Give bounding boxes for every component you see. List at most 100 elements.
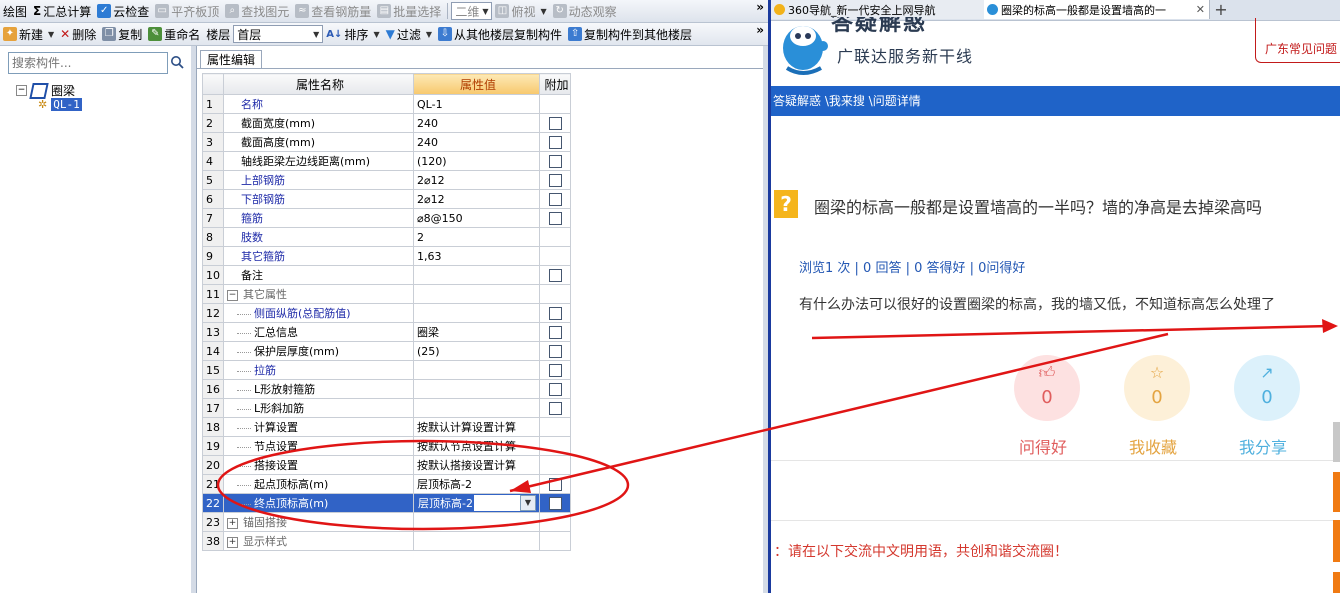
flush-slab-button[interactable]: ▭ 平齐板顶 — [152, 1, 222, 21]
browser-tab-question[interactable]: 圈梁的标高一般都是设置墙高的一 ✕ — [984, 0, 1210, 19]
toolbar-overflow-icon[interactable]: » — [756, 0, 764, 14]
property-value-cell[interactable]: 240 — [413, 132, 540, 152]
property-row[interactable]: 23 + 锚固搭接 — [202, 512, 571, 532]
extra-checkbox[interactable] — [548, 344, 562, 358]
property-name-cell[interactable]: 轴线距梁左边线距离(mm) — [223, 151, 414, 171]
summary-calc-button[interactable]: Σ 汇总计算 — [30, 1, 94, 21]
extra-checkbox[interactable] — [548, 135, 562, 149]
property-row[interactable]: 10 备注 — [202, 265, 571, 285]
view-mode-combo[interactable]: 二维 ▼ — [451, 2, 493, 20]
extra-checkbox[interactable] — [548, 496, 562, 510]
extra-checkbox[interactable] — [548, 116, 562, 130]
property-row[interactable]: 13 汇总信息 圈梁 — [202, 322, 571, 342]
property-value-cell[interactable] — [413, 512, 540, 532]
property-value-cell[interactable]: 240 — [413, 113, 540, 133]
property-value-cell[interactable] — [413, 303, 540, 323]
extra-checkbox[interactable] — [548, 325, 562, 339]
property-name-cell[interactable]: 肢数 — [223, 227, 414, 247]
property-row[interactable]: 4 轴线距梁左边线距离(mm) (120) — [202, 151, 571, 171]
extra-checkbox[interactable] — [548, 192, 562, 206]
property-name-cell[interactable]: 保护层厚度(mm) — [223, 341, 414, 361]
close-icon[interactable]: ✕ — [1196, 3, 1205, 16]
dynamic-view-button[interactable]: ↻ 动态观察 — [550, 1, 620, 21]
share-button[interactable]: ↗ 0 — [1234, 355, 1300, 421]
property-name-cell[interactable]: + 锚固搭接 — [223, 512, 414, 532]
floor-select[interactable]: 首层 ▼ — [233, 25, 324, 43]
property-value-cell[interactable] — [413, 265, 540, 285]
property-value-cell[interactable] — [413, 379, 540, 399]
property-value-cell[interactable] — [413, 531, 540, 551]
property-value-cell[interactable]: (25) — [413, 341, 540, 361]
property-row[interactable]: 18 计算设置 按默认计算设置计算 — [202, 417, 571, 437]
property-row[interactable]: 2 截面宽度(mm) 240 — [202, 113, 571, 133]
expand-icon[interactable]: + — [227, 517, 238, 529]
property-name-cell[interactable]: 起点顶标高(m) — [223, 474, 414, 494]
property-name-cell[interactable]: 下部钢筋 — [223, 189, 414, 209]
property-value-editor[interactable]: 层顶标高-2 ▼ — [417, 495, 536, 511]
extra-checkbox[interactable] — [548, 382, 562, 396]
extra-checkbox[interactable] — [548, 211, 562, 225]
property-value-cell[interactable]: 1,63 — [413, 246, 540, 266]
property-value-cell[interactable]: 2⌀12 — [413, 189, 540, 209]
top-view-button[interactable]: ◫ 俯视 ▼ — [492, 1, 549, 21]
property-value-cell[interactable]: 按默认搭接设置计算 — [413, 455, 540, 475]
property-row[interactable]: 19 节点设置 按默认节点设置计算 — [202, 436, 571, 456]
breadcrumb-text[interactable]: 答疑解惑 \我来搜 \问题详情 — [773, 94, 921, 108]
extra-checkbox[interactable] — [548, 363, 562, 377]
property-name-cell[interactable]: 汇总信息 — [223, 322, 414, 342]
property-value-cell[interactable]: 层顶标高-2 — [413, 474, 540, 494]
property-row[interactable]: 9 其它箍筋 1,63 — [202, 246, 571, 266]
favorite-label[interactable]: 我收藏 — [1129, 434, 1177, 458]
extra-checkbox[interactable] — [548, 306, 562, 320]
property-name-cell[interactable]: 侧面纵筋(总配筋值) — [223, 303, 414, 323]
property-name-cell[interactable]: 截面宽度(mm) — [223, 113, 414, 133]
tree-node-ring-beam[interactable]: − 圈梁 — [16, 82, 75, 99]
property-value-cell[interactable]: ⌀8@150 — [413, 208, 540, 228]
property-row[interactable]: 3 截面高度(mm) 240 — [202, 132, 571, 152]
property-value-cell[interactable]: QL-1 — [413, 94, 540, 114]
component-search-field[interactable] — [8, 52, 168, 74]
property-name-header[interactable]: 属性名称 — [223, 73, 414, 95]
property-value-cell[interactable]: 按默认计算设置计算 — [413, 417, 540, 437]
favorite-button[interactable]: ☆ 0 — [1124, 355, 1190, 421]
sort-button[interactable]: A↓ 排序 ▼ — [323, 24, 382, 44]
property-value-cell[interactable]: 2 — [413, 227, 540, 247]
search-icon[interactable] — [168, 53, 186, 71]
rename-button[interactable]: ✎ 重命名 — [145, 24, 203, 44]
property-row[interactable]: 7 箍筋 ⌀8@150 — [202, 208, 571, 228]
property-name-cell[interactable]: 搭接设置 — [223, 455, 414, 475]
extra-checkbox[interactable] — [548, 401, 562, 415]
property-name-cell[interactable]: 拉筋 — [223, 360, 414, 380]
property-value-cell[interactable]: (120) — [413, 151, 540, 171]
side-float-tab[interactable] — [1333, 572, 1340, 593]
cloud-check-button[interactable]: ✓ 云检查 — [94, 1, 152, 21]
property-row[interactable]: 8 肢数 2 — [202, 227, 571, 247]
draw-button[interactable]: 绘图 — [0, 1, 30, 21]
property-row[interactable]: 38 + 显示样式 — [202, 531, 571, 551]
copy-to-floor-button[interactable]: ⇧ 复制构件到其他楼层 — [565, 24, 695, 44]
property-value-cell[interactable] — [413, 284, 540, 304]
property-row[interactable]: 20 搭接设置 按默认搭接设置计算 — [202, 455, 571, 475]
share-label[interactable]: 我分享 — [1239, 434, 1287, 458]
property-row[interactable]: 12 侧面纵筋(总配筋值) — [202, 303, 571, 323]
property-value-cell[interactable]: 圈梁 — [413, 322, 540, 342]
property-row[interactable]: 11− 其它属性 — [202, 284, 571, 304]
property-row[interactable]: 22 终点顶标高(m) 层顶标高-2 ▼ — [202, 493, 571, 513]
tree-node-ql-1[interactable]: ✲ QL-1 — [38, 98, 82, 111]
property-name-cell[interactable]: 截面高度(mm) — [223, 132, 414, 152]
property-row[interactable]: 15 拉筋 — [202, 360, 571, 380]
collapse-icon[interactable]: − — [227, 289, 238, 301]
new-button[interactable]: ✦ 新建 ▼ — [0, 24, 57, 44]
property-value-cell[interactable]: 按默认节点设置计算 — [413, 436, 540, 456]
property-row[interactable]: 6 下部钢筋 2⌀12 — [202, 189, 571, 209]
chevron-down-icon[interactable]: ▼ — [520, 495, 536, 511]
component-search-input[interactable] — [9, 55, 154, 71]
extra-checkbox[interactable] — [548, 154, 562, 168]
batch-select-button[interactable]: ▤ 批量选择 — [374, 1, 444, 21]
property-name-cell[interactable]: 终点顶标高(m) — [223, 493, 414, 513]
property-name-cell[interactable]: 节点设置 — [223, 436, 414, 456]
side-scroll-handle[interactable] — [1333, 422, 1340, 462]
property-value-cell[interactable] — [413, 398, 540, 418]
property-row[interactable]: 17 L形斜加筋 — [202, 398, 571, 418]
delete-button[interactable]: ✕ 删除 — [57, 24, 99, 44]
